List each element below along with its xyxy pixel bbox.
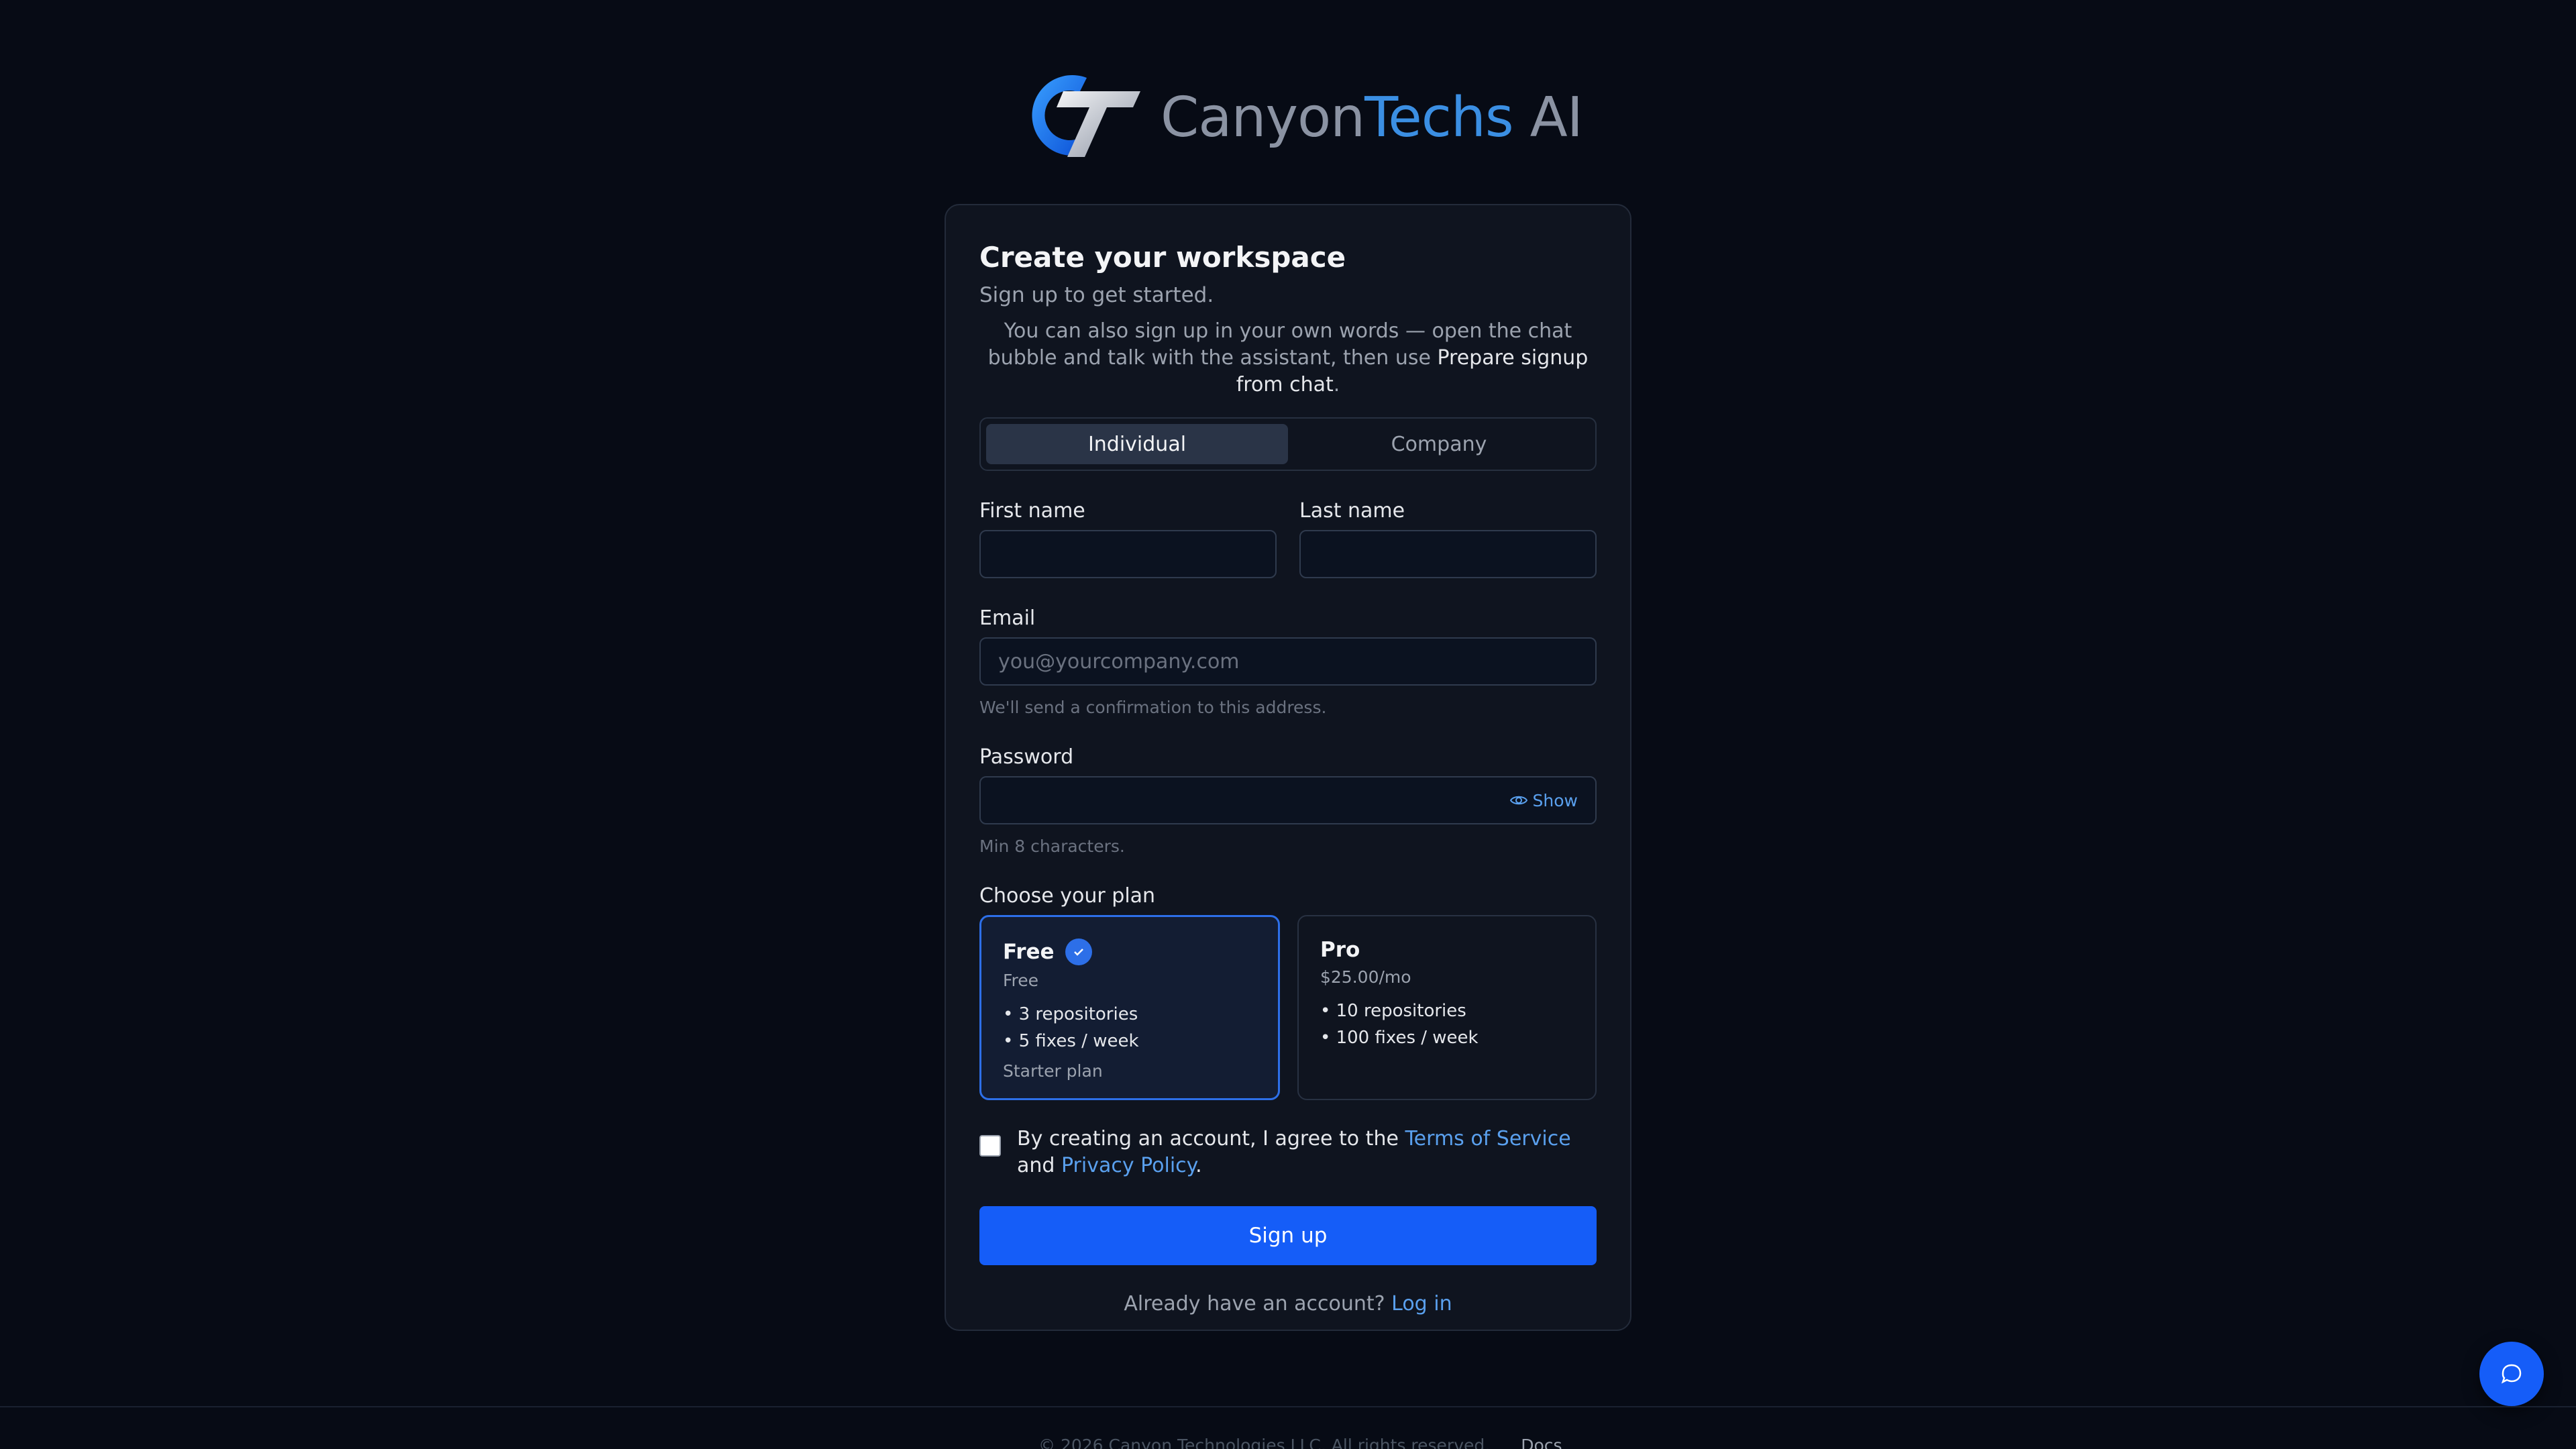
show-password-label: Show: [1532, 790, 1578, 810]
login-prompt: Already have an account? Log in: [1124, 1292, 1452, 1316]
plan-options: Free Free • 3 repositories • 5 fixes / w…: [979, 915, 1597, 1100]
email-placeholder: you@yourcompany.com: [998, 649, 1240, 674]
plan-label: Choose your plan: [979, 884, 1156, 908]
footer: © 2026 Canyon Technologies LLC. All righ…: [1038, 1436, 1562, 1449]
signup-page: CanyonTechs AI Create your workspace Sig…: [0, 0, 2576, 1449]
plan-feature: • 100 fixes / week: [1320, 1028, 1479, 1048]
copyright-text: © 2026 Canyon Technologies LLC. All righ…: [1038, 1436, 1491, 1449]
brand-logo: CanyonTechs AI: [1023, 74, 1583, 161]
brand-name: CanyonTechs AI: [1161, 85, 1583, 150]
show-password-button[interactable]: Show: [1509, 790, 1578, 810]
last-name-label: Last name: [1299, 499, 1405, 523]
footer-divider: [0, 1406, 2576, 1407]
docs-link[interactable]: Docs: [1521, 1436, 1562, 1449]
plan-card-free[interactable]: Free Free • 3 repositories • 5 fixes / w…: [979, 915, 1280, 1100]
last-name-field[interactable]: [1299, 530, 1597, 578]
sign-up-button[interactable]: Sign up: [979, 1206, 1597, 1265]
plan-note: Starter plan: [1003, 1061, 1103, 1081]
plan-card-pro[interactable]: Pro $25.00/mo • 10 repositories • 100 fi…: [1297, 915, 1597, 1100]
tab-individual[interactable]: Individual: [986, 424, 1288, 464]
log-in-link[interactable]: Log in: [1391, 1292, 1452, 1316]
account-type-toggle: Individual Company: [979, 417, 1597, 471]
signup-card: Create your workspace Sign up to get sta…: [945, 204, 1631, 1331]
plan-name: Pro: [1320, 938, 1360, 962]
eye-icon: [1509, 796, 1527, 805]
email-field[interactable]: you@yourcompany.com: [979, 637, 1597, 686]
page-title: Create your workspace: [979, 241, 1346, 274]
plan-feature: • 3 repositories: [1003, 1004, 1138, 1024]
check-icon: [1065, 938, 1092, 965]
email-label: Email: [979, 606, 1036, 630]
plan-name: Free: [1003, 940, 1055, 964]
first-name-field[interactable]: [979, 530, 1277, 578]
chat-signup-hint: You can also sign up in your own words —…: [987, 319, 1589, 396]
first-name-label: First name: [979, 499, 1085, 523]
plan-feature: • 10 repositories: [1320, 1001, 1466, 1021]
email-hint: We'll send a confirmation to this addres…: [979, 698, 1327, 717]
plan-price: Free: [1003, 971, 1039, 990]
canyontechs-logo-icon: [1032, 75, 1140, 157]
privacy-policy-link[interactable]: Privacy Policy: [1061, 1154, 1195, 1177]
terms-text: By creating an account, I agree to the T…: [1017, 1127, 1571, 1177]
tab-company[interactable]: Company: [1288, 424, 1590, 464]
terms-checkbox[interactable]: [979, 1135, 1001, 1157]
chat-bubble-icon: [2501, 1364, 2522, 1384]
page-subtitle: Sign up to get started.: [979, 283, 1214, 307]
chat-bubble-button[interactable]: [2479, 1342, 2544, 1406]
terms-of-service-link[interactable]: Terms of Service: [1405, 1127, 1570, 1150]
password-label: Password: [979, 745, 1074, 769]
plan-price: $25.00/mo: [1320, 967, 1411, 987]
terms-agreement: By creating an account, I agree to the T…: [979, 1126, 1597, 1179]
password-field[interactable]: Show: [979, 776, 1597, 824]
password-hint: Min 8 characters.: [979, 837, 1125, 856]
plan-feature: • 5 fixes / week: [1003, 1031, 1139, 1051]
